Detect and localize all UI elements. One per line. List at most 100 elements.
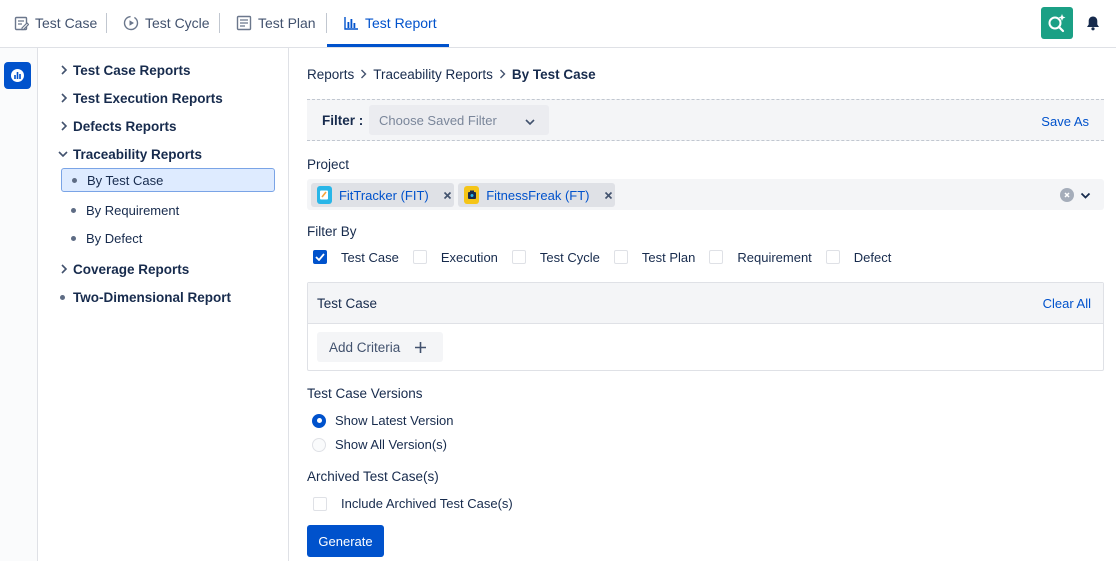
save-as-link[interactable]: Save As [1041, 114, 1089, 129]
checkbox-icon [613, 250, 628, 264]
bell-icon [1087, 16, 1099, 31]
saved-filter-select[interactable]: Choose Saved Filter [369, 105, 549, 135]
sidebar-item-label: Test Execution Reports [73, 90, 223, 106]
chevron-down-icon [58, 151, 68, 158]
clear-selection-icon[interactable] [1060, 188, 1074, 202]
sidebar-subitem-label: By Defect [86, 230, 143, 246]
breadcrumb-separator-icon [360, 67, 367, 82]
breadcrumb-separator-icon [499, 67, 506, 82]
sidebar-item-traceability-reports[interactable]: Traceability Reports [38, 142, 202, 166]
sidebar-subitem-label: By Requirement [86, 202, 180, 218]
checkbox-icon [412, 250, 427, 264]
checkbox-label: Test Case [341, 249, 399, 265]
project-label: Project [307, 157, 350, 172]
checkbox-icon [709, 250, 724, 264]
filter-by-test-cycle-checkbox[interactable]: Test Cycle [511, 250, 600, 265]
criteria-title: Test Case [317, 296, 378, 311]
checkbox-label: Defect [853, 249, 892, 265]
active-tab-indicator [327, 44, 449, 47]
checkbox-label: Execution [440, 249, 498, 265]
test-plan-icon [236, 15, 252, 31]
sidebar-item-test-execution-reports[interactable]: Test Execution Reports [38, 86, 223, 110]
filter-by-defect-checkbox[interactable]: Defect [825, 249, 892, 265]
sidebar-subitem-by-defect[interactable]: By Defect [61, 226, 275, 250]
generate-button[interactable]: Generate [307, 525, 384, 557]
add-criteria-label: Add Criteria [329, 339, 401, 355]
archived-label: Archived Test Case(s) [307, 469, 439, 484]
include-archived-checkbox[interactable]: Include Archived Test Case(s) [313, 496, 513, 511]
sidebar-item-test-case-reports[interactable]: Test Case Reports [38, 58, 191, 82]
bullet-icon [72, 177, 77, 183]
notifications-button[interactable] [1084, 13, 1102, 33]
sidebar-subitem-by-test-case[interactable]: By Test Case [61, 168, 275, 192]
app-launcher-button[interactable] [1041, 7, 1073, 39]
checkbox-icon [511, 250, 526, 264]
versions-label: Test Case Versions [307, 386, 423, 401]
sidebar-item-label: Test Case Reports [73, 62, 191, 78]
tab-test-plan[interactable]: Test Plan [236, 0, 316, 46]
sidebar-subitem-by-requirement[interactable]: By Requirement [61, 198, 275, 222]
saved-filter-bar: Filter : Choose Saved Filter Save As [307, 99, 1104, 141]
show-latest-version-radio[interactable]: Show Latest Version [312, 413, 454, 428]
breadcrumb-item[interactable]: Traceability Reports [373, 67, 493, 82]
tab-test-cycle[interactable]: Test Cycle [123, 0, 210, 46]
remove-chip-icon[interactable] [602, 191, 616, 200]
tab-test-case[interactable]: Test Case [14, 0, 97, 46]
search-sparkle-icon [1048, 14, 1066, 33]
report-chart-icon [344, 17, 358, 30]
checkbox-checked-icon [313, 250, 327, 264]
tab-label: Test Plan [258, 15, 316, 31]
checkbox-icon [313, 496, 327, 511]
radio-label: Show All Version(s) [335, 437, 447, 452]
chevron-right-icon [61, 93, 68, 103]
breadcrumb-current: By Test Case [511, 67, 596, 82]
filter-by-execution-checkbox[interactable]: Execution [412, 249, 498, 265]
sidebar-item-label: Traceability Reports [73, 146, 203, 162]
clear-all-link[interactable]: Clear All [1043, 296, 1091, 311]
plus-icon [415, 342, 426, 353]
saved-filter-placeholder: Choose Saved Filter [379, 112, 497, 128]
report-tree-sidebar: Test Case Reports Test Execution Reports… [38, 48, 289, 561]
top-nav: Test Case Test Cycle Test Plan Test Repo… [0, 0, 1116, 48]
tab-label: Test Cycle [145, 15, 210, 31]
sidebar-item-defects-reports[interactable]: Defects Reports [38, 114, 177, 138]
project-chip-label: FitTracker (FIT) [338, 187, 429, 203]
show-all-versions-radio[interactable]: Show All Version(s) [312, 437, 447, 452]
breadcrumb-item[interactable]: Reports [307, 67, 354, 82]
filter-by-test-plan-checkbox[interactable]: Test Plan [613, 249, 696, 265]
fitnessfreak-project-icon [464, 186, 480, 204]
reports-rail-button[interactable] [4, 62, 31, 89]
fittracker-project-icon [317, 186, 332, 204]
chevron-right-icon [61, 65, 68, 75]
tab-label: Test Case [35, 15, 98, 31]
test-cycle-icon [123, 15, 139, 31]
test-case-icon [14, 16, 29, 30]
sidebar-subitem-label: By Test Case [87, 172, 164, 188]
filter-by-test-case-checkbox[interactable]: Test Case [307, 250, 399, 265]
remove-chip-icon[interactable] [441, 191, 454, 200]
sidebar-item-coverage-reports[interactable]: Coverage Reports [38, 257, 189, 281]
filter-by-options: Test Case Execution Test Cycle Test Plan… [307, 248, 905, 266]
radio-icon [312, 437, 326, 452]
filter-label: Filter : [322, 113, 364, 128]
bullet-icon [60, 294, 65, 300]
checkbox-label: Requirement [737, 249, 812, 265]
sidebar-item-two-dimensional-report[interactable]: Two-Dimensional Report [38, 285, 231, 309]
checkbox-label: Include Archived Test Case(s) [341, 496, 513, 511]
add-criteria-button[interactable]: Add Criteria [317, 332, 443, 362]
filter-by-requirement-checkbox[interactable]: Requirement [709, 249, 812, 265]
breadcrumb: Reports Traceability Reports By Test Cas… [307, 67, 596, 82]
tab-test-report[interactable]: Test Report [344, 0, 437, 46]
project-multiselect[interactable]: FitTracker (FIT) FitnessFreak (FT) [307, 179, 1104, 210]
checkbox-label: Test Plan [641, 249, 696, 265]
project-chip-label: FitnessFreak (FT) [486, 187, 590, 203]
project-chip-fitnessfreak: FitnessFreak (FT) [458, 183, 615, 207]
chevron-down-icon[interactable] [1080, 191, 1091, 200]
checkbox-icon [825, 250, 840, 264]
radio-selected-icon [312, 413, 326, 428]
tab-divider [219, 13, 220, 33]
tab-divider [326, 13, 327, 33]
criteria-panel: Test Case Clear All Add Criteria [307, 282, 1104, 371]
chevron-down-icon [525, 119, 535, 126]
tab-label: Test Report [365, 15, 437, 31]
